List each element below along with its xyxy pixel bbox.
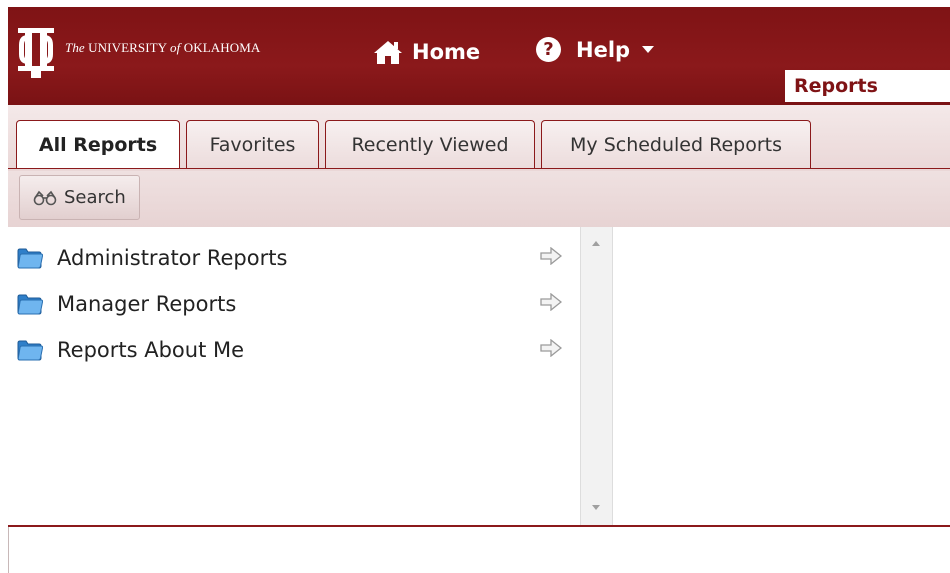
folder-item-administrator-reports[interactable]: Administrator Reports [16,235,581,281]
home-icon [374,41,402,64]
home-label: Home [412,40,481,64]
tab-favorites[interactable]: Favorites [186,120,319,168]
binoculars-icon [33,190,57,205]
arrow-right-icon[interactable] [540,339,562,357]
home-nav-link[interactable]: Home [373,39,480,65]
folder-list-scrollbar[interactable] [580,227,613,525]
app-frame: The UNIVERSITY of OKLAHOMA Home ? Help R… [8,7,950,573]
tab-strip: All Reports Favorites Recently Viewed My… [8,105,950,171]
tab-all-reports[interactable]: All Reports [16,120,180,168]
arrow-right-icon[interactable] [540,247,562,265]
logo-word-university: UNIVERSITY [88,40,167,55]
reports-section-label[interactable]: Reports [785,70,950,102]
folder-item-manager-reports[interactable]: Manager Reports [16,281,581,327]
folder-label: Manager Reports [57,292,237,316]
search-button[interactable]: Search [19,175,140,220]
folder-list: Administrator Reports Manager Reports Re… [16,235,581,373]
folder-icon [17,340,43,361]
folder-label: Administrator Reports [57,246,288,270]
tab-recently-viewed[interactable]: Recently Viewed [325,120,535,168]
ou-logo-icon[interactable] [14,26,58,78]
search-label: Search [64,187,126,208]
help-menu-button[interactable]: ? Help [536,37,655,62]
toolbar: Search [8,171,950,227]
folder-item-reports-about-me[interactable]: Reports About Me [16,327,581,373]
help-icon: ? [536,37,561,62]
logo-prefix: The [65,40,85,55]
report-browser: Administrator Reports Manager Reports Re… [8,227,950,527]
university-wordmark[interactable]: The UNIVERSITY of OKLAHOMA [65,40,260,56]
logo-word-of: of [170,40,181,55]
content-bottom-divider [8,525,950,527]
scroll-down-arrow-icon[interactable] [592,505,600,510]
chevron-down-icon [642,46,655,53]
folder-icon [17,248,43,269]
folder-label: Reports About Me [57,338,245,362]
arrow-right-icon[interactable] [540,293,562,311]
logo-word-oklahoma: OKLAHOMA [183,40,261,55]
header-bar: The UNIVERSITY of OKLAHOMA Home ? Help R… [8,7,950,105]
scroll-up-arrow-icon[interactable] [592,241,600,246]
tab-my-scheduled-reports[interactable]: My Scheduled Reports [541,120,811,168]
folder-icon [17,294,43,315]
help-label: Help [576,37,631,62]
tab-underline [8,168,950,169]
